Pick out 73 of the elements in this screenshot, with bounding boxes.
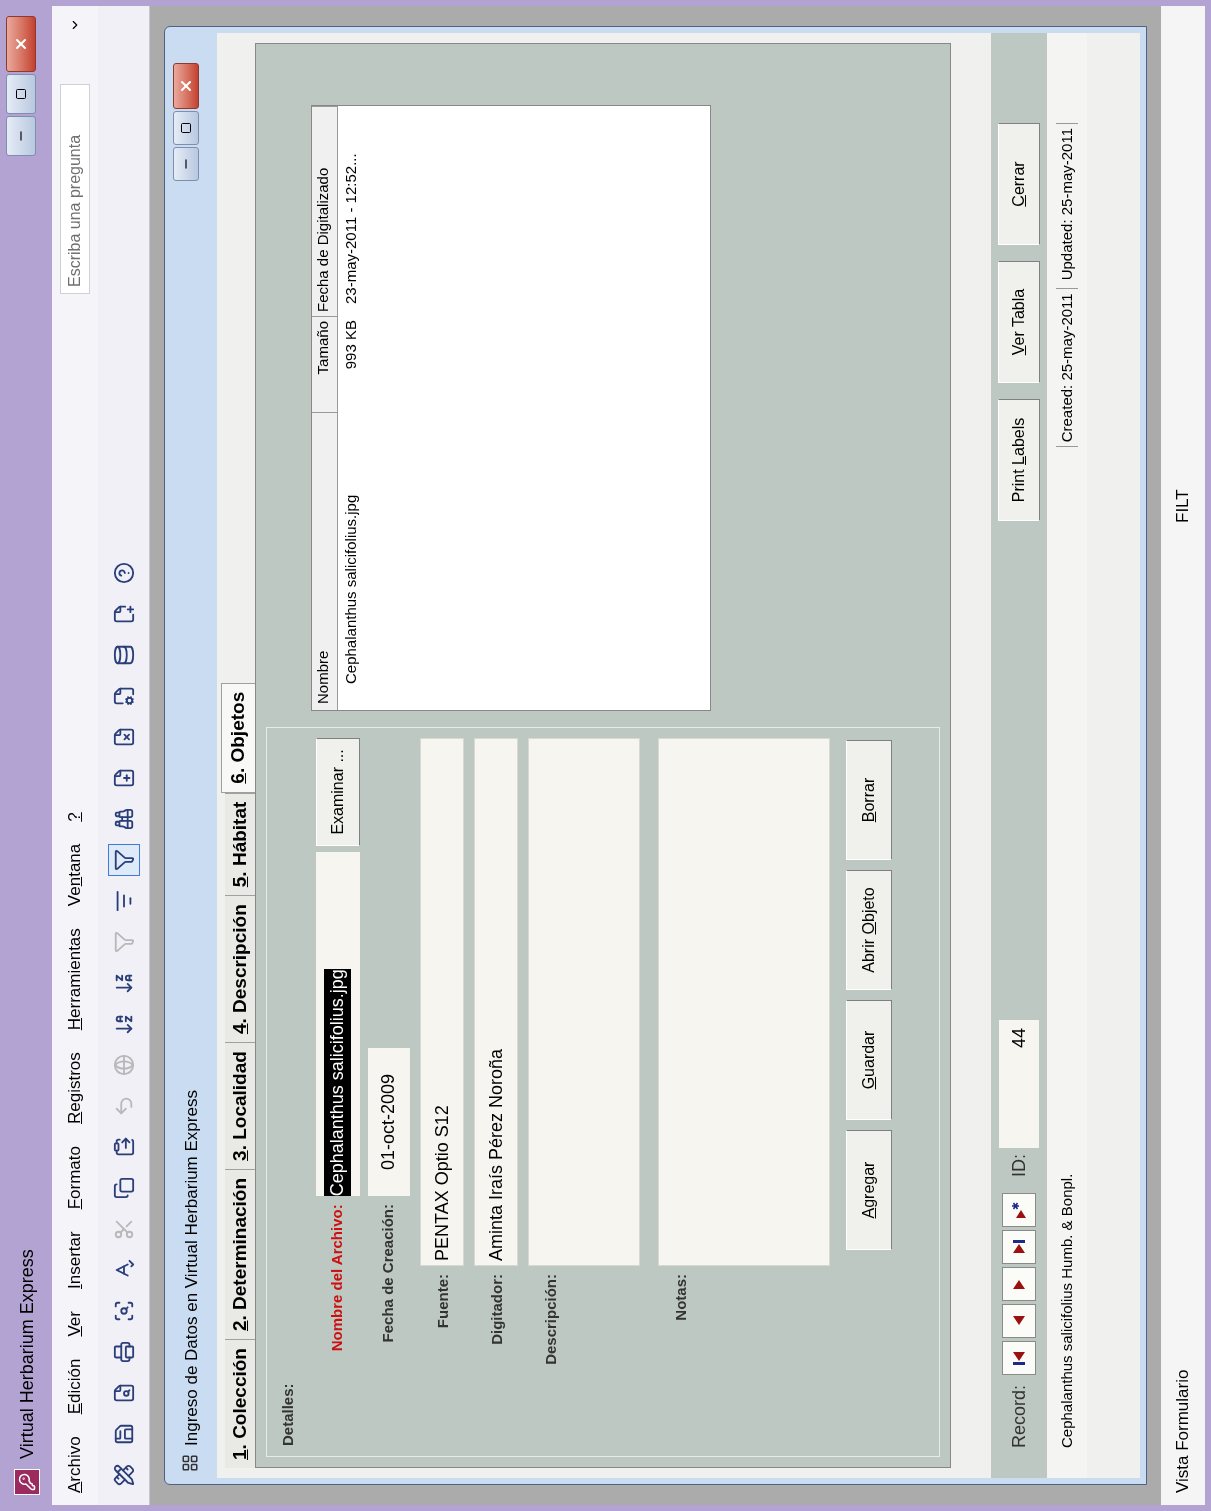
action-button[interactable]: Print Labels bbox=[998, 399, 1040, 521]
skip-forward-icon bbox=[1012, 1238, 1026, 1255]
created-date: Created: 25-may-2011 bbox=[1055, 288, 1079, 448]
browse-button[interactable]: Examinar ... bbox=[315, 738, 360, 846]
tab[interactable]: 1. Colección bbox=[225, 1339, 255, 1468]
updated-date: Updated: 25-may-2011 bbox=[1055, 123, 1079, 285]
form-icon bbox=[181, 1454, 199, 1472]
status-text: Cephalanthus salicifolius Humb. & Bonpl. bbox=[1056, 1173, 1076, 1448]
maximize-button[interactable] bbox=[6, 74, 36, 114]
id-field[interactable]: 44 bbox=[999, 1019, 1039, 1148]
input-field[interactable]: PENTAX Optio S12 bbox=[419, 738, 464, 1266]
column-header[interactable]: Fecha de Digitalizado bbox=[312, 106, 338, 316]
question-field[interactable]: Escriba una pregunta bbox=[60, 84, 90, 294]
tab[interactable]: 2. Determinación bbox=[225, 1168, 255, 1340]
input-field[interactable]: Aminta Iraís Pérez Noroña bbox=[473, 738, 518, 1266]
last-record-button[interactable] bbox=[1002, 1229, 1036, 1264]
menu-item[interactable]: Herramientas bbox=[62, 928, 88, 1031]
new-record-button[interactable] bbox=[1002, 1192, 1036, 1227]
triangle-left-icon bbox=[1012, 1314, 1026, 1327]
menu-item[interactable]: Registros bbox=[62, 1052, 88, 1125]
field-label: Fuente: bbox=[432, 1273, 452, 1331]
table-cell-text: Cephalanthus salicifolius.jpg bbox=[340, 493, 360, 686]
action-button[interactable]: Cerrar bbox=[998, 123, 1040, 245]
field-label: Descripción: bbox=[540, 1273, 560, 1367]
tab[interactable]: 6. Objetos bbox=[221, 682, 255, 793]
input-field[interactable]: Cephalanthus salicifolius.jpg bbox=[315, 851, 360, 1197]
action-button[interactable]: Ver Tabla bbox=[998, 261, 1040, 383]
record-label: Record: bbox=[1007, 1384, 1030, 1448]
field-label: Fecha de Creación: bbox=[378, 1203, 398, 1345]
maximize-icon bbox=[15, 88, 27, 100]
close-icon bbox=[178, 78, 194, 94]
filter-status: FILT bbox=[1172, 489, 1194, 523]
form-window-title: Ingreso de Datos en Virtual Herbarium Express bbox=[181, 1090, 202, 1446]
first-record-button[interactable] bbox=[1002, 1340, 1036, 1375]
tab[interactable]: 3. Localidad bbox=[225, 1042, 255, 1169]
menu-item[interactable]: Formato bbox=[62, 1146, 88, 1210]
menu-item[interactable]: Edición bbox=[62, 1358, 88, 1415]
action-button[interactable]: Abrir Objeto bbox=[845, 870, 892, 990]
id-label: ID: bbox=[1007, 1153, 1030, 1177]
window-title: Virtual Herbarium Express bbox=[16, 1249, 38, 1459]
maximize-icon bbox=[180, 122, 192, 134]
field-value: Cephalanthus salicifolius.jpg bbox=[324, 969, 351, 1197]
field-label: Digitador: bbox=[486, 1273, 506, 1347]
action-button[interactable]: Borrar bbox=[845, 740, 892, 860]
field-label: Notas: bbox=[670, 1273, 690, 1323]
table-row[interactable]: Cephalanthus salicifolius.jpg 993 KB 23-may-2011 - 12:52... bbox=[338, 106, 364, 710]
section-title: Detalles: bbox=[278, 1382, 297, 1446]
filter-icon[interactable] bbox=[107, 844, 140, 876]
new-record-icon bbox=[1011, 1200, 1027, 1219]
close-button[interactable] bbox=[6, 16, 36, 72]
action-button[interactable]: Agregar bbox=[845, 1130, 892, 1250]
field-label: Nombre del Archivo: bbox=[327, 1203, 347, 1354]
app-icon bbox=[14, 1469, 40, 1495]
view-mode-status: Vista Formulario bbox=[1172, 1368, 1194, 1493]
menu-item[interactable]: ? bbox=[62, 812, 88, 822]
tab[interactable]: 4. Descripción bbox=[225, 895, 255, 1043]
close-icon bbox=[13, 36, 29, 52]
column-header[interactable]: Nombre bbox=[312, 412, 338, 710]
menu-item[interactable]: Ventana bbox=[62, 843, 88, 907]
action-button[interactable]: Guardar bbox=[845, 1000, 892, 1120]
table-cell-text: 23-may-2011 - 12:52... bbox=[340, 152, 360, 306]
maximize-button[interactable] bbox=[173, 111, 199, 145]
close-button[interactable] bbox=[173, 63, 199, 109]
input-field[interactable]: 01-oct-2009 bbox=[367, 1048, 410, 1196]
previous-record-button[interactable] bbox=[1002, 1303, 1036, 1338]
menu-item[interactable]: Archivo bbox=[62, 1436, 88, 1493]
next-record-button[interactable] bbox=[1002, 1266, 1036, 1301]
table-cell-text: 993 KB bbox=[340, 319, 360, 372]
column-header[interactable]: Tamaño bbox=[312, 316, 338, 412]
menu-item[interactable]: Ver bbox=[62, 1311, 88, 1337]
skip-back-icon bbox=[1012, 1349, 1026, 1366]
tab[interactable]: 5. Hábitat bbox=[225, 792, 255, 896]
menu-item[interactable]: Insertar bbox=[62, 1231, 88, 1289]
